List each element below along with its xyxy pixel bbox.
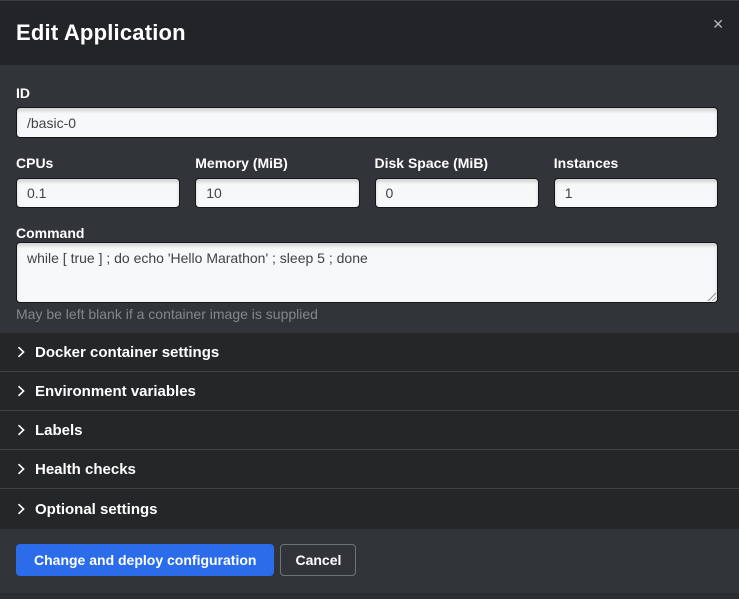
disk-field-group: Disk Space (MiB) [375, 156, 539, 208]
dialog-header: Edit Application ✕ [0, 0, 739, 65]
chevron-right-icon [16, 385, 26, 397]
dialog-title: Edit Application [16, 20, 186, 46]
command-textarea-wrap: while [ true ] ; do echo 'Hello Marathon… [16, 242, 718, 303]
section-label: Labels [35, 422, 83, 439]
section-optional-settings[interactable]: Optional settings [0, 489, 739, 529]
chevron-right-icon [16, 503, 26, 515]
dialog-bottom-edge [0, 593, 739, 599]
application-form: ID CPUs Memory (MiB) Disk Space (MiB) In… [0, 65, 739, 333]
disk-space-label: Disk Space (MiB) [375, 156, 539, 170]
memory-field-group: Memory (MiB) [195, 156, 359, 208]
section-label: Environment variables [35, 383, 196, 400]
close-icon[interactable]: ✕ [712, 17, 724, 31]
cpus-label: CPUs [16, 156, 180, 170]
resources-row: CPUs Memory (MiB) Disk Space (MiB) Insta… [16, 156, 718, 208]
edit-application-dialog: Edit Application ✕ ID CPUs Memory (MiB) … [0, 0, 739, 599]
instances-label: Instances [554, 156, 718, 170]
id-input[interactable] [16, 107, 718, 138]
cpus-input[interactable] [16, 178, 180, 208]
section-label: Health checks [35, 461, 136, 478]
section-label: Optional settings [35, 501, 158, 518]
section-environment-variables[interactable]: Environment variables [0, 372, 739, 411]
cancel-button[interactable]: Cancel [280, 544, 356, 576]
memory-label: Memory (MiB) [195, 156, 359, 170]
instances-field-group: Instances [554, 156, 718, 208]
section-label: Docker container settings [35, 344, 219, 361]
change-and-deploy-button[interactable]: Change and deploy configuration [16, 544, 274, 576]
chevron-right-icon [16, 424, 26, 436]
chevron-right-icon [16, 463, 26, 475]
id-label: ID [16, 86, 718, 100]
instances-input[interactable] [554, 178, 718, 208]
dialog-footer: Change and deploy configuration Cancel [0, 529, 739, 599]
accordion-sections: Docker container settings Environment va… [0, 333, 739, 529]
command-field-group: Command while [ true ] ; do echo 'Hello … [16, 226, 718, 321]
memory-input[interactable] [195, 178, 359, 208]
command-help-text: May be left blank if a container image i… [16, 307, 718, 321]
cpus-field-group: CPUs [16, 156, 180, 208]
chevron-right-icon [16, 346, 26, 358]
command-label: Command [16, 226, 718, 240]
section-health-checks[interactable]: Health checks [0, 450, 739, 489]
command-textarea[interactable]: while [ true ] ; do echo 'Hello Marathon… [16, 242, 718, 303]
section-docker-container-settings[interactable]: Docker container settings [0, 333, 739, 372]
disk-space-input[interactable] [375, 178, 539, 208]
section-labels[interactable]: Labels [0, 411, 739, 450]
